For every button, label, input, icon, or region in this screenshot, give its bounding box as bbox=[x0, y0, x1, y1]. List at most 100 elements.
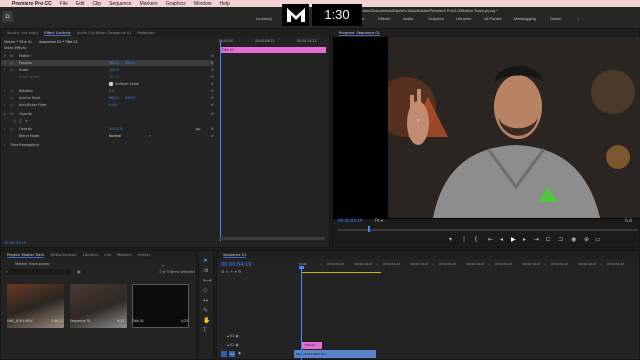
workspace-learning[interactable]: Learning bbox=[256, 16, 272, 21]
reset-icon[interactable]: ↺ bbox=[211, 74, 214, 80]
marker-icon[interactable]: ▾ bbox=[235, 269, 237, 274]
track-eye-icon[interactable]: ◉ bbox=[235, 334, 238, 338]
workspace-audio[interactable]: Audio bbox=[403, 16, 413, 21]
ec-clip-bar[interactable]: Title 01 bbox=[220, 47, 326, 53]
stopwatch-icon[interactable]: ◷ bbox=[10, 102, 13, 108]
tab-history[interactable]: History bbox=[138, 253, 151, 257]
workspace-more-icon[interactable]: » bbox=[577, 16, 579, 21]
workspace-all-panels[interactable]: All Panels bbox=[484, 16, 502, 21]
mark-in-icon[interactable]: ▾ bbox=[449, 236, 452, 243]
blend-mode-select[interactable]: Normal bbox=[109, 133, 121, 139]
track-lock-icon[interactable]: 🔒︎ bbox=[227, 343, 229, 347]
title-clip[interactable]: Title 01 bbox=[302, 342, 322, 349]
ellipse-mask-icon[interactable]: ○ bbox=[13, 118, 16, 124]
workspace-daniel[interactable]: Daniel bbox=[550, 16, 561, 21]
rectangle-mask-icon[interactable]: □ bbox=[19, 118, 22, 124]
program-video-frame[interactable]: × bbox=[388, 37, 640, 218]
camera-icon[interactable]: ◉ bbox=[571, 236, 576, 243]
resolution-dropdown[interactable]: Full bbox=[625, 218, 632, 223]
stopwatch-icon[interactable]: ◷ bbox=[10, 67, 13, 73]
program-scrub-bar[interactable] bbox=[338, 229, 638, 231]
overwrite-icon[interactable]: ⊐ bbox=[558, 236, 563, 243]
track-select-icon[interactable]: ⇉ bbox=[203, 267, 208, 274]
fx-icon[interactable]: fx bbox=[10, 111, 13, 117]
workspace-graphics[interactable]: Graphics bbox=[428, 16, 444, 21]
menu-help[interactable]: Help bbox=[219, 1, 229, 7]
reset-icon[interactable]: ↺ bbox=[211, 111, 214, 117]
vr-icon[interactable]: ▭ bbox=[595, 236, 601, 243]
antiflicker-row[interactable]: › ◷ Anti-flicker Filter 0.00 ↺ bbox=[1, 102, 214, 108]
chevron-right-icon[interactable]: › bbox=[4, 67, 5, 73]
tab-sequence[interactable]: Sequence 01 bbox=[223, 253, 247, 258]
menu-window[interactable]: Window bbox=[194, 1, 212, 7]
panel-menu-icon[interactable]: ≡ bbox=[161, 263, 164, 268]
timeline-ruler[interactable]: 00:00 00:00:04:23 00:00:09:23 00:00:14:2… bbox=[299, 262, 639, 269]
uniform-scale-checkbox[interactable] bbox=[109, 82, 113, 86]
blend-mode-row[interactable]: Blend Mode Normal ▾ ↺ bbox=[1, 133, 214, 139]
snap-icon[interactable]: ∩ bbox=[226, 269, 229, 274]
type-tool-icon[interactable]: T bbox=[203, 327, 207, 334]
playhead-handle[interactable] bbox=[299, 266, 304, 269]
reset-icon[interactable]: ↺ bbox=[211, 53, 214, 59]
position-x-value[interactable]: 960.0 bbox=[109, 60, 119, 66]
tab-media-browser[interactable]: Media Browser bbox=[50, 253, 77, 257]
ec-playhead[interactable] bbox=[220, 41, 221, 241]
reset-icon[interactable]: ↺ bbox=[211, 60, 214, 66]
menu-edit[interactable]: Edit bbox=[76, 1, 85, 7]
go-to-out-icon[interactable]: ⇥ bbox=[534, 236, 539, 243]
reset-icon[interactable]: ↺ bbox=[211, 67, 214, 73]
tab-info[interactable]: Info bbox=[104, 253, 111, 257]
chevron-right-icon[interactable]: › bbox=[4, 126, 5, 132]
menu-graphics[interactable]: Graphics bbox=[166, 1, 186, 7]
track-lock-icon[interactable]: 🔒︎ bbox=[227, 334, 229, 338]
chevron-right-icon[interactable]: › bbox=[4, 142, 5, 148]
chevron-down-icon[interactable]: ▾ bbox=[149, 133, 151, 139]
track-eye-icon[interactable]: ◉ bbox=[238, 351, 241, 355]
reset-icon[interactable]: ↺ bbox=[211, 81, 214, 87]
reset-icon[interactable]: ↺ bbox=[211, 88, 214, 94]
home-button[interactable]: ⌂ bbox=[2, 11, 13, 22]
rotation-value[interactable]: 0.0 bbox=[109, 88, 114, 94]
tab-markers[interactable]: Markers bbox=[117, 253, 131, 257]
anchor-x-value[interactable]: 960.0 bbox=[109, 95, 119, 101]
motion-row[interactable]: ▾ fx Motion ↺ bbox=[1, 53, 214, 59]
tab-project[interactable]: Project: Motion Track bbox=[7, 253, 45, 258]
rotation-row[interactable]: › ◷ Rotation 0.0 ↺ bbox=[1, 88, 214, 94]
chevron-right-icon[interactable]: › bbox=[4, 60, 5, 66]
fx-icon[interactable]: fx bbox=[10, 53, 13, 59]
video-clip[interactable]: DMC_8761.MOV [V] bbox=[294, 350, 376, 358]
mark-out-icon[interactable]: | bbox=[463, 236, 465, 243]
go-to-in-point-icon[interactable]: ⇤ bbox=[488, 236, 493, 243]
keyframe-nav-icon[interactable]: ◂◆▸ bbox=[195, 126, 201, 132]
track-header-v2[interactable]: 🔒︎ V2 ◉ bbox=[227, 343, 238, 347]
reset-icon[interactable]: ↺ bbox=[211, 102, 214, 108]
insert-icon[interactable]: ⊏ bbox=[546, 236, 551, 243]
stopwatch-icon[interactable]: ◷ bbox=[10, 60, 13, 66]
track-target-v1[interactable]: V1 bbox=[229, 351, 235, 357]
opacity-section-row[interactable]: ▾ fx Opacity ↺ bbox=[1, 111, 214, 117]
razor-icon[interactable]: ◇ bbox=[203, 287, 208, 294]
scale-value[interactable]: 100.0 bbox=[109, 67, 119, 73]
menu-clip[interactable]: Clip bbox=[92, 1, 101, 7]
menu-file[interactable]: File bbox=[60, 1, 68, 7]
fit-dropdown[interactable]: Fit ▾ bbox=[375, 218, 383, 223]
hand-tool-icon[interactable]: ✋ bbox=[203, 317, 210, 324]
scale-row[interactable]: › ◷ Scale 100.0 ↺ bbox=[1, 67, 214, 73]
button-editor-icon[interactable]: ⊕ bbox=[584, 236, 589, 243]
position-y-value[interactable]: 540.0 bbox=[125, 60, 135, 66]
chevron-down-icon[interactable]: ▾ bbox=[4, 111, 6, 117]
pen-tool-icon[interactable]: ✎ bbox=[203, 307, 208, 314]
track-header-v3[interactable]: 🔒︎ V3 ◉ bbox=[227, 334, 238, 338]
workspace-libraries[interactable]: Libraries bbox=[456, 16, 471, 21]
nest-icon[interactable]: ⊞ bbox=[221, 269, 224, 274]
pen-mask-icon[interactable]: ✎ bbox=[25, 118, 28, 124]
program-playhead[interactable] bbox=[368, 226, 370, 232]
source-patch-v1[interactable] bbox=[221, 351, 227, 357]
stopwatch-icon[interactable]: ◷ bbox=[10, 88, 13, 94]
workspace-metalogging[interactable]: Metalogging bbox=[514, 16, 536, 21]
ec-scrollbar[interactable] bbox=[219, 237, 325, 240]
position-row[interactable]: › ◷ Position 960.0 540.0 ↺ bbox=[1, 60, 214, 66]
stopwatch-icon[interactable]: ◷ bbox=[10, 126, 13, 132]
tab-audio-clip-mixer[interactable]: Audio Clip Mixer: Sequence 01 bbox=[77, 31, 132, 35]
reset-icon[interactable]: ↺ bbox=[211, 126, 214, 132]
